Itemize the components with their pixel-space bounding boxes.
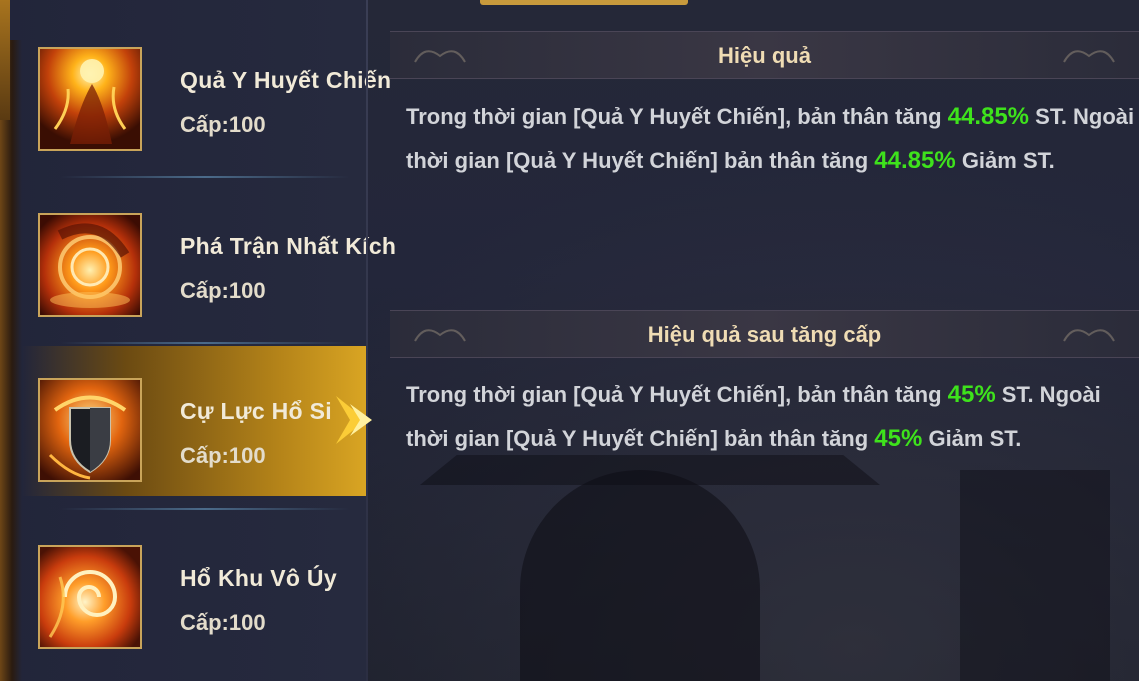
fire-vortex-icon [38, 213, 142, 317]
skill-level: Cấp:100 [180, 610, 266, 635]
skill-name: Cự Lực Hổ Si [180, 398, 332, 424]
left-frame-ornament [0, 0, 10, 120]
skill-item-cu-luc-ho-si[interactable]: Cự Lực Hổ Si Cấp:100 [22, 346, 366, 496]
flame-spiral-icon [38, 545, 142, 649]
selection-arrow-icon [336, 396, 372, 444]
skill-name: Quả Y Huyết Chiến [180, 67, 392, 93]
skill-item-ho-khu-vo-uy[interactable]: Hổ Khu Vô Úy Cấp:100 [22, 498, 366, 649]
skill-name: Hổ Khu Vô Úy [180, 565, 337, 591]
upgrade-line-1: Trong thời gian [Quả Y Huyết Chiến], bản… [406, 373, 1106, 417]
upgrade-effect-header: Hiệu quả sau tăng cấp [390, 310, 1139, 358]
upgrade-line-2: thời gian [Quả Y Huyết Chiến] bản thân t… [406, 417, 1106, 461]
upgrade-effect-description: Trong thời gian [Quả Y Huyết Chiến], bản… [406, 373, 1106, 461]
skill-item-pha-tran-nhat-kich[interactable]: Phá Trận Nhất Kích Cấp:100 [22, 166, 396, 317]
skill-level: Cấp:100 [180, 112, 266, 137]
upgrade-line2-value: 45% [874, 425, 923, 452]
upgrade-line1-value: 45% [947, 381, 996, 408]
panel-divider [366, 0, 368, 681]
upgrade-effect-title: Hiệu quả sau tăng cấp [647, 322, 882, 347]
skill-level: Cấp:100 [180, 278, 266, 303]
effect-header: Hiệu quả [390, 31, 1139, 79]
skill-name: Phá Trận Nhất Kích [180, 233, 397, 259]
upgrade-line2-text: thời gian [Quả Y Huyết Chiến] bản thân t… [406, 426, 875, 451]
effect-line-2: thời gian [Quả Y Huyết Chiến] bản thân t… [406, 139, 1106, 183]
upgrade-line1-text: Trong thời gian [Quả Y Huyết Chiến], bản… [406, 382, 948, 407]
upgrade-line1-suffix: ST. Ngoài [995, 382, 1101, 407]
top-tab-indicator[interactable] [480, 0, 688, 5]
shield-flame-icon [38, 378, 142, 482]
left-frame-edge [0, 40, 22, 681]
effect-line-1: Trong thời gian [Quả Y Huyết Chiến], bản… [406, 95, 1134, 139]
effect-line2-suffix: Giảm ST. [955, 148, 1055, 173]
effect-line2-value: 44.85% [874, 147, 956, 174]
list-divider [60, 342, 350, 344]
palace-tower-silhouette [960, 470, 1110, 681]
effect-line1-text: Trong thời gian [Quả Y Huyết Chiến], bản… [406, 104, 948, 129]
upgrade-line2-suffix: Giảm ST. [922, 426, 1022, 451]
fire-aura-icon [38, 47, 142, 151]
effect-description: Trong thời gian [Quả Y Huyết Chiến], bản… [406, 95, 1134, 183]
skill-item-qua-y-huyet-chien[interactable]: Quả Y Huyết Chiến Cấp:100 [22, 0, 391, 151]
effect-line2-text: thời gian [Quả Y Huyết Chiến] bản thân t… [406, 148, 875, 173]
palace-gate-silhouette [520, 470, 760, 681]
effect-title: Hiệu quả [718, 43, 811, 68]
effect-line1-value: 44.85% [947, 103, 1030, 130]
skill-level: Cấp:100 [180, 443, 266, 468]
skill-list: Quả Y Huyết Chiến Cấp:100 Phá Trận Nhất … [0, 0, 396, 681]
effect-line1-suffix: ST. Ngoài [1029, 104, 1135, 129]
